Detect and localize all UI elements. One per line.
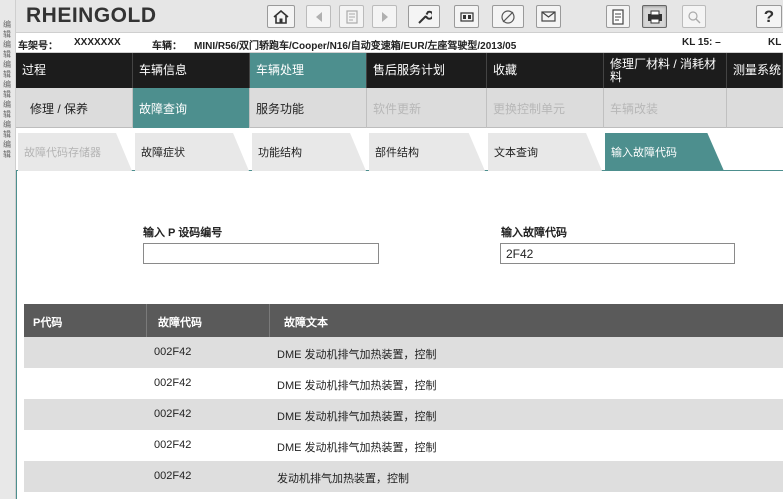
fault-code-label: 输入故障代码 bbox=[501, 227, 567, 239]
tab-service-plan[interactable]: 售后服务计划 bbox=[367, 53, 487, 88]
subtab-service-functions[interactable]: 服务功能 bbox=[250, 88, 367, 128]
measure-icon bbox=[501, 9, 515, 24]
function-tabs: 故障代码存储器 故障症状 功能结构 部件结构 文本查询 输入故障代码 bbox=[16, 128, 783, 171]
obd-connect-button[interactable] bbox=[454, 5, 479, 28]
content-panel: 输入 P 设码编号 输入故障代码 P代码 故障代码 故障文本 002F42 DM… bbox=[16, 171, 783, 499]
subtab-software-update[interactable]: 软件更新 bbox=[367, 88, 487, 128]
table-row[interactable]: 002F42 DME 发动机排气加热装置，控制 bbox=[24, 368, 783, 399]
header-fault-code: 故障代码 bbox=[158, 317, 202, 329]
help-icon: ? bbox=[763, 6, 775, 26]
row-fault-text: DME 发动机排气加热装置，控制 bbox=[277, 349, 437, 361]
kl15-status: KL 15: – bbox=[682, 37, 721, 48]
service-wrench-button[interactable] bbox=[408, 5, 440, 28]
vin-label: 车架号： bbox=[18, 41, 58, 52]
fault-results-table: P代码 故障代码 故障文本 002F42 DME 发动机排气加热装置，控制 00… bbox=[24, 304, 783, 492]
top-toolbar: RHEINGOLD ? bbox=[16, 0, 783, 33]
header-separator bbox=[269, 304, 270, 337]
tab-favorites[interactable]: 收藏 bbox=[487, 53, 604, 88]
tab-text-search[interactable]: 文本查询 bbox=[488, 133, 602, 171]
subtab-repair-maintenance[interactable]: 修理 / 保养 bbox=[16, 88, 133, 128]
tab-function-structure[interactable]: 功能结构 bbox=[252, 133, 366, 171]
back-button[interactable] bbox=[306, 5, 331, 28]
obd-connect-icon bbox=[459, 11, 474, 22]
tab-enter-fault-code[interactable]: 输入故障代码 bbox=[605, 133, 724, 171]
tab-fault-symptoms[interactable]: 故障症状 bbox=[135, 133, 249, 171]
p-code-input[interactable] bbox=[143, 243, 379, 264]
table-row[interactable]: 002F42 DME 发动机排气加热装置，控制 bbox=[24, 337, 783, 368]
row-fault-code: 002F42 bbox=[154, 470, 192, 482]
tab-vehicle-info[interactable]: 车辆信息 bbox=[133, 53, 250, 88]
mail-icon bbox=[541, 11, 556, 22]
forward-button[interactable] bbox=[372, 5, 397, 28]
row-fault-text: DME 发动机排气加热装置，控制 bbox=[277, 380, 437, 392]
mail-button[interactable] bbox=[536, 5, 561, 28]
tab-process[interactable]: 过程 bbox=[16, 53, 133, 88]
vehicle-identify-icon bbox=[345, 9, 358, 24]
row-fault-text: DME 发动机排气加热装置，控制 bbox=[277, 411, 437, 423]
vin-value: XXXXXXX bbox=[74, 37, 121, 48]
table-header: P代码 故障代码 故障文本 bbox=[24, 304, 783, 337]
document-button[interactable] bbox=[606, 5, 630, 28]
fault-code-input[interactable] bbox=[500, 243, 735, 264]
document-icon bbox=[612, 8, 624, 25]
row-fault-code: 002F42 bbox=[154, 377, 192, 389]
subtab-vehicle-modification[interactable]: 车辆改装 bbox=[604, 88, 727, 128]
subtab-fault-query[interactable]: 故障查询 bbox=[133, 88, 250, 128]
vehicle-value: MINI/R56/双门轿跑车/Cooper/N16/自动变速箱/EUR/左座驾驶… bbox=[194, 41, 517, 52]
tab-workshop-materials[interactable]: 修理厂材料 / 消耗材料 bbox=[604, 53, 727, 88]
tab-component-structure[interactable]: 部件结构 bbox=[369, 133, 485, 171]
help-button[interactable]: ? bbox=[756, 5, 782, 28]
home-icon bbox=[273, 9, 289, 24]
row-fault-text: DME 发动机排气加热装置，控制 bbox=[277, 442, 437, 454]
wrench-icon bbox=[418, 10, 432, 24]
p-code-label: 输入 P 设码编号 bbox=[143, 227, 223, 239]
vehicle-label: 车辆： bbox=[152, 41, 182, 52]
tab-vehicle-treatment[interactable]: 车辆处理 bbox=[250, 53, 367, 88]
measure-button[interactable] bbox=[492, 5, 524, 28]
subtab-replace-control-unit[interactable]: 更换控制单元 bbox=[487, 88, 604, 128]
table-row[interactable]: 002F42 发动机排气加热装置，控制 bbox=[24, 461, 783, 492]
vehicle-identify-button[interactable] bbox=[339, 5, 364, 28]
row-fault-code: 002F42 bbox=[154, 346, 192, 358]
row-fault-text: 发动机排气加热装置，控制 bbox=[277, 473, 409, 485]
print-icon bbox=[647, 10, 662, 23]
back-icon bbox=[315, 11, 322, 22]
vehicle-info-bar: 车架号： XXXXXXX 车辆： MINI/R56/双门轿跑车/Cooper/N… bbox=[16, 33, 783, 53]
left-edge-strip: 编辑 编辑 编辑 编辑 编辑 编辑 编辑 bbox=[0, 0, 16, 499]
header-p-code: P代码 bbox=[33, 317, 63, 329]
row-fault-code: 002F42 bbox=[154, 439, 192, 451]
kl30-status: KL bbox=[768, 37, 782, 48]
main-navigation: 过程 车辆信息 车辆处理 售后服务计划 收藏 修理厂材料 / 消耗材料 测量系统 bbox=[16, 53, 783, 88]
zoom-icon bbox=[688, 10, 701, 23]
table-row[interactable]: 002F42 DME 发动机排气加热装置，控制 bbox=[24, 399, 783, 430]
print-button[interactable] bbox=[642, 5, 667, 28]
app-brand: RHEINGOLD bbox=[26, 4, 157, 27]
zoom-button[interactable] bbox=[682, 5, 706, 28]
tab-measurement-system[interactable]: 测量系统 bbox=[727, 53, 783, 88]
forward-icon bbox=[381, 11, 388, 22]
left-strip-text: 编辑 编辑 编辑 编辑 编辑 编辑 编辑 bbox=[3, 20, 11, 159]
header-separator bbox=[146, 304, 147, 337]
header-fault-text: 故障文本 bbox=[284, 317, 328, 329]
home-button[interactable] bbox=[267, 5, 295, 28]
row-fault-code: 002F42 bbox=[154, 408, 192, 420]
tab-fault-memory[interactable]: 故障代码存储器 bbox=[18, 133, 132, 171]
sub-navigation: 修理 / 保养 故障查询 服务功能 软件更新 更换控制单元 车辆改装 bbox=[16, 88, 783, 128]
table-row[interactable]: 002F42 DME 发动机排气加热装置，控制 bbox=[24, 430, 783, 461]
